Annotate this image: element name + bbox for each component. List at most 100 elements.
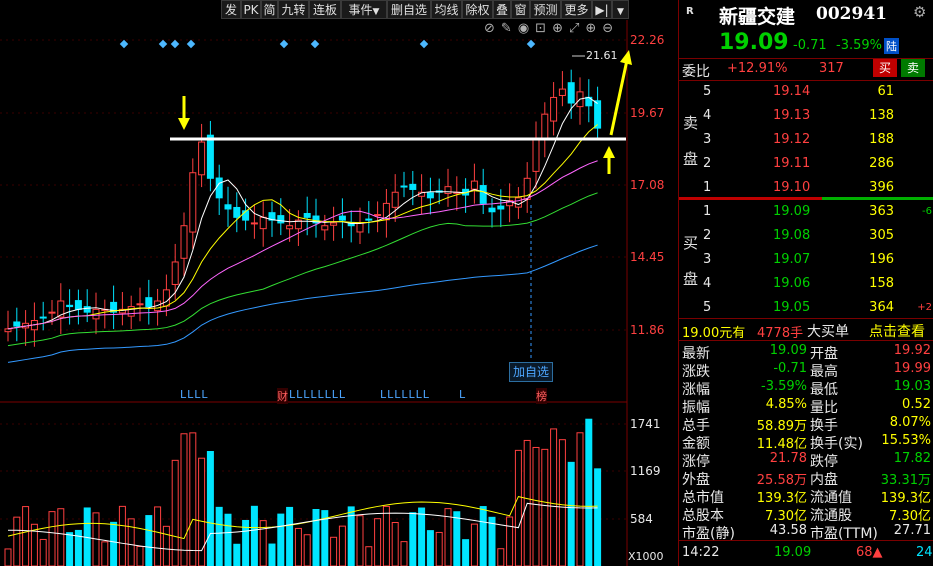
toolbar-pk-button[interactable]: PK xyxy=(241,0,261,19)
gear-icon[interactable]: ⚙ xyxy=(913,3,926,21)
zoom-in-icon[interactable]: ⊕ xyxy=(585,21,602,36)
big-order-link[interactable]: 点击查看 xyxy=(869,321,925,341)
event-diamond xyxy=(158,39,168,49)
exchange-tag: 陆 xyxy=(884,38,899,54)
price-tick: 22.26 xyxy=(630,33,665,47)
bid-price[interactable]: 19.08 xyxy=(773,228,810,243)
ask-price[interactable]: 19.11 xyxy=(773,156,810,171)
expand-icon[interactable]: ⤢ xyxy=(569,21,585,36)
volume-bar xyxy=(365,546,373,566)
stat-value: 4.85% xyxy=(765,397,807,412)
stat-value: 17.82 xyxy=(893,451,931,466)
candle-body xyxy=(136,303,144,306)
bid-price[interactable]: 19.05 xyxy=(773,300,810,315)
volume-bar xyxy=(514,449,522,566)
l-markers: LLLLLLLL xyxy=(289,388,347,401)
lock-icon[interactable]: ⊡ xyxy=(535,21,552,36)
volume-bar xyxy=(145,515,153,566)
candle-body xyxy=(74,300,82,310)
chart-tool-icons[interactable]: ⊘✎◉⊡⊕⤢⊕⊖ xyxy=(484,21,619,36)
stat-value: 11.48亿 xyxy=(756,437,807,452)
candle-body xyxy=(479,185,487,204)
toolbar-jiuzhuan-button[interactable]: 九转 xyxy=(278,0,309,19)
candle-body xyxy=(162,289,170,307)
candle-body xyxy=(277,215,285,224)
stat-value: -0.71 xyxy=(773,361,807,376)
buy-side-label: 盘 xyxy=(683,270,699,288)
add-watch-button[interactable]: 加自选 xyxy=(509,362,554,382)
kline-chart-area[interactable]: 发 PK 简 九转 连板 事件▼ 删自选 均线 除权 叠 窗 预测 更多 ▶| … xyxy=(0,0,678,566)
eye-icon[interactable]: ◉ xyxy=(518,21,535,36)
ask-price[interactable]: 19.12 xyxy=(773,132,810,147)
volume-bar xyxy=(39,538,47,566)
ask-price[interactable]: 19.13 xyxy=(773,108,810,123)
sell-button[interactable]: 卖 xyxy=(901,59,925,77)
volume-bar xyxy=(418,507,426,566)
volume-bar xyxy=(154,506,162,566)
toolbar-event-button[interactable]: 事件▼ xyxy=(341,0,387,19)
bid-volume: 363 xyxy=(869,204,894,219)
toolbar-remove-watch-button[interactable]: 删自选 xyxy=(387,0,431,19)
volume-tick: 584 xyxy=(630,512,653,526)
ask-level: 2 xyxy=(703,156,712,171)
stock-code: 002941 xyxy=(816,4,887,24)
toolbar-fa-button[interactable]: 发 xyxy=(221,0,241,19)
bid-change: +2 xyxy=(917,302,932,313)
toolbar-lianban-button[interactable]: 连板 xyxy=(309,0,341,19)
l-markers: LLLLLLL xyxy=(380,388,430,401)
ask-ratio-bar xyxy=(679,197,822,200)
candle-body xyxy=(594,100,602,129)
bid-price[interactable]: 19.07 xyxy=(773,252,810,267)
candle-body xyxy=(198,141,206,176)
rank-badge[interactable]: 榜 xyxy=(536,388,547,404)
volume-bar xyxy=(400,541,408,566)
price-change: -0.71 xyxy=(793,38,827,53)
bid-price[interactable]: 19.09 xyxy=(773,204,810,219)
zoom-out-icon[interactable]: ⊖ xyxy=(602,21,619,36)
stat-label: 振幅 xyxy=(682,400,710,416)
finance-badge[interactable]: 财 xyxy=(277,388,288,404)
toolbar-overlay-button[interactable]: 叠 xyxy=(493,0,511,19)
candle-body xyxy=(532,138,540,172)
stat-value: -3.59% xyxy=(761,379,807,394)
toolbar-ma-button[interactable]: 均线 xyxy=(431,0,462,19)
sell-side-label: 卖 xyxy=(683,114,699,132)
event-diamond xyxy=(526,39,536,49)
volume-bar xyxy=(541,448,549,566)
ask-price[interactable]: 19.14 xyxy=(773,84,810,99)
stat-value: 139.3亿 xyxy=(756,491,807,506)
toolbar-event-label: 事件 xyxy=(348,3,373,17)
toolbar-more-button[interactable]: 更多 xyxy=(561,0,592,19)
draw-icon[interactable]: ⊘ xyxy=(484,21,501,36)
kline-svg[interactable] xyxy=(0,0,678,566)
candle-body xyxy=(356,222,364,233)
toolbar-forecast-button[interactable]: 预测 xyxy=(530,0,561,19)
sell-side-label: 盘 xyxy=(683,150,699,168)
stat-value: 139.3亿 xyxy=(880,491,931,506)
bid-volume: 196 xyxy=(869,252,894,267)
candle-body xyxy=(189,172,197,233)
volume-bar xyxy=(497,548,505,566)
toolbar-window-button[interactable]: 窗 xyxy=(511,0,530,19)
trade-extra: 24 xyxy=(916,545,933,560)
stat-label: 最高 xyxy=(810,364,838,380)
bid-level: 5 xyxy=(703,300,712,315)
candle-body xyxy=(338,215,346,221)
toolbar-dropdown-icon[interactable]: ▼ xyxy=(612,0,629,19)
candle-body xyxy=(250,222,258,225)
candle-body xyxy=(66,304,74,308)
ask-volume: 138 xyxy=(869,108,894,123)
bell-icon[interactable]: ⊕ xyxy=(552,21,569,36)
toolbar-exright-button[interactable]: 除权 xyxy=(462,0,493,19)
buy-button[interactable]: 买 xyxy=(873,59,897,77)
ask-price[interactable]: 19.10 xyxy=(773,180,810,195)
toolbar-next-icon[interactable]: ▶| xyxy=(592,0,612,19)
pen-icon[interactable]: ✎ xyxy=(501,21,518,36)
candle-body xyxy=(259,216,267,230)
toolbar-jian-button[interactable]: 简 xyxy=(261,0,278,19)
stat-value: 19.92 xyxy=(893,343,931,358)
bid-price[interactable]: 19.06 xyxy=(773,276,810,291)
candle-body xyxy=(541,113,549,140)
volume-bar xyxy=(180,433,188,566)
volume-bar xyxy=(268,543,276,566)
